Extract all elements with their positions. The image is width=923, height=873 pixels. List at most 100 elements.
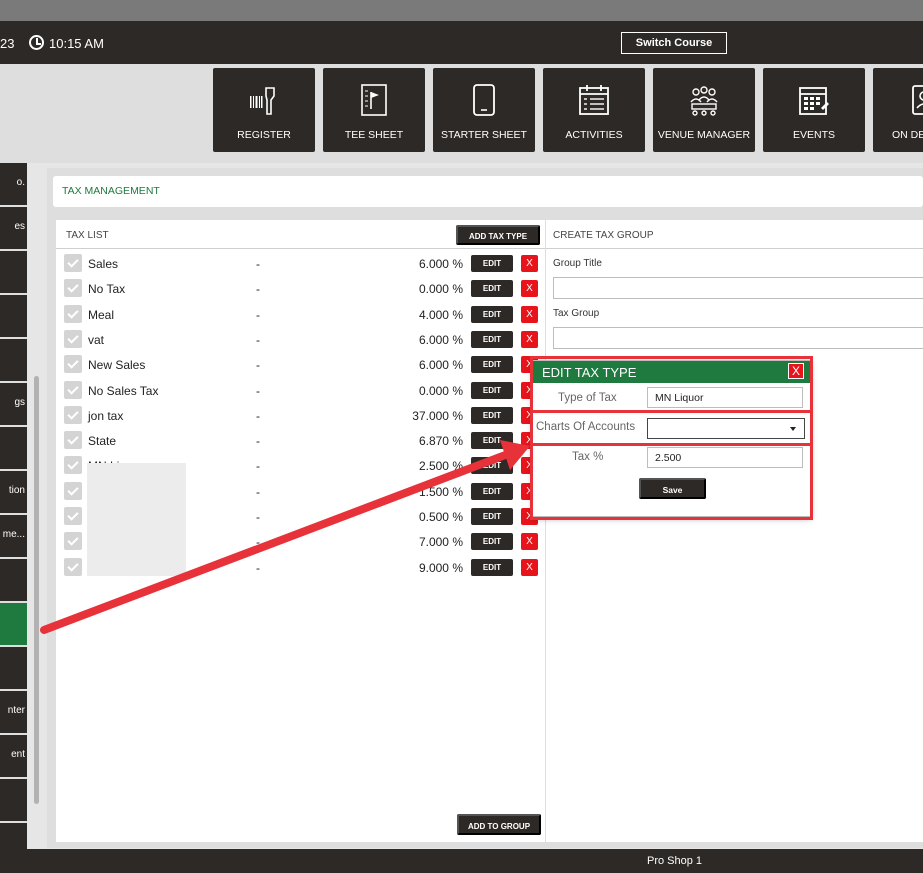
nav-tile-label: STARTER SHEET [441,129,527,141]
checkbox[interactable] [64,380,82,399]
checkbox[interactable] [64,507,82,525]
sidebar-item-active[interactable] [0,603,27,645]
nav-tile-register[interactable]: REGISTER [213,68,315,152]
tax-rate: 37.000 % [412,408,463,423]
tax-rate: 9.000 % [418,560,463,575]
edit-button[interactable]: EDIT [471,508,513,525]
checkbox[interactable] [64,279,82,298]
sidebar-item[interactable] [0,559,27,601]
edit-button[interactable]: EDIT [471,457,513,475]
charts-of-accounts-select[interactable] [647,418,805,439]
nav-tile-venue-manager[interactable]: VENUE MANAGER [653,68,755,152]
dialog-title: EDIT TAX TYPE [542,365,637,380]
person-device-icon [873,82,923,118]
edit-button[interactable]: EDIT [471,280,513,298]
calendar-grid-icon [763,82,865,118]
edit-button[interactable]: EDIT [471,356,513,374]
sidebar-item[interactable]: gs [0,383,27,425]
checkbox[interactable] [64,254,82,272]
chevron-down-icon [790,427,796,431]
close-icon[interactable]: X [788,363,804,379]
tax-rate: 6.870 % [418,434,463,449]
sidebar-scrollbar[interactable] [34,376,39,804]
type-of-tax-label: Type of Tax [558,392,617,404]
delete-button[interactable]: X [521,533,538,551]
tax-name: New Sales [88,358,146,373]
module-nav-bar: REGISTER TEE SHEET STARTER SHEET ACTIVIT… [0,64,923,163]
location-text: Pro Shop 1 [647,855,703,867]
sidebar-item[interactable]: tion [0,471,27,513]
charts-of-accounts-label: Charts Of Accounts [536,421,636,433]
add-tax-type-button[interactable]: ADD TAX TYPE [456,225,540,245]
tax-dash: - [256,332,260,347]
edit-button[interactable]: EDIT [471,558,513,576]
table-row: State -6.870 % EDIT X [56,428,545,453]
sidebar-item[interactable]: ent [0,735,27,777]
tax-rate: 7.000 % [418,535,463,550]
checkbox[interactable] [64,304,82,323]
checkbox[interactable] [64,532,82,551]
tax-group-input[interactable] [553,327,923,349]
tax-name: Sales [88,257,119,271]
checkbox[interactable] [64,557,82,576]
nav-tile-on-demand[interactable]: ON DE [873,68,923,152]
edit-button[interactable]: EDIT [471,305,513,323]
tax-rate: 6.000 % [418,358,463,373]
checkbox[interactable] [64,481,82,500]
edit-button[interactable]: EDIT [471,406,513,424]
sidebar-item[interactable] [0,427,27,469]
group-title-input[interactable] [553,277,923,299]
edit-tax-type-dialog: EDIT TAX TYPE X Type of Tax MN Liquor Ch… [532,360,811,517]
calendar-list-icon [543,82,645,118]
date-text: 23 [0,36,15,51]
tax-name: jon tax [88,408,124,423]
switch-course-button[interactable]: Switch Course [621,32,727,54]
flag-sheet-icon [323,82,425,118]
window-top-strip [0,0,923,21]
edit-button[interactable]: EDIT [471,533,513,551]
delete-button[interactable]: X [521,305,538,323]
create-tax-group-title: CREATE TAX GROUP [553,230,654,241]
checkbox[interactable] [64,431,82,450]
checkbox[interactable] [64,405,82,424]
delete-button[interactable]: X [521,558,538,576]
sidebar-item[interactable]: o. [0,163,27,205]
type-of-tax-input[interactable]: MN Liquor [647,387,803,408]
nav-tile-events[interactable]: EVENTS [763,68,865,152]
add-to-group-button[interactable]: ADD TO GROUP [457,814,541,835]
barcode-scanner-icon [213,82,315,118]
checkbox[interactable] [64,456,82,475]
sidebar-item[interactable] [0,823,27,849]
nav-tile-tee-sheet[interactable]: TEE SHEET [323,68,425,152]
sidebar-item[interactable]: me... [0,515,27,557]
table-row: No Sales Tax -0.000 % EDIT X [56,378,545,403]
nav-tile-label: ACTIVITIES [565,129,623,141]
tax-dash: - [256,307,260,322]
sidebar-item[interactable]: nter [0,691,27,733]
delete-button[interactable]: X [521,330,538,348]
sidebar-item[interactable] [0,339,27,381]
edit-button[interactable]: EDIT [471,432,513,450]
save-button[interactable]: Save [639,478,706,499]
checkbox[interactable] [64,329,82,348]
nav-tile-label: ON DE [892,129,923,141]
redacted-names [87,463,186,576]
edit-button[interactable]: EDIT [471,255,513,272]
edit-button[interactable]: EDIT [471,482,513,500]
sidebar-item[interactable] [0,647,27,689]
edit-button[interactable]: EDIT [471,381,513,399]
nav-tile-starter-sheet[interactable]: STARTER SHEET [433,68,535,152]
edit-button[interactable]: EDIT [471,330,513,348]
tax-name: State [88,434,117,449]
tax-dash: - [256,383,260,398]
sidebar-item[interactable] [0,251,27,293]
sidebar-item[interactable]: es [0,207,27,249]
delete-button[interactable]: X [521,255,538,272]
checkbox[interactable] [64,355,82,374]
tax-percent-input[interactable]: 2.500 [647,447,803,468]
tax-rate: 6.000 % [418,332,463,347]
sidebar-item[interactable] [0,295,27,337]
delete-button[interactable]: X [521,280,538,298]
nav-tile-activities[interactable]: ACTIVITIES [543,68,645,152]
sidebar-item[interactable] [0,779,27,821]
